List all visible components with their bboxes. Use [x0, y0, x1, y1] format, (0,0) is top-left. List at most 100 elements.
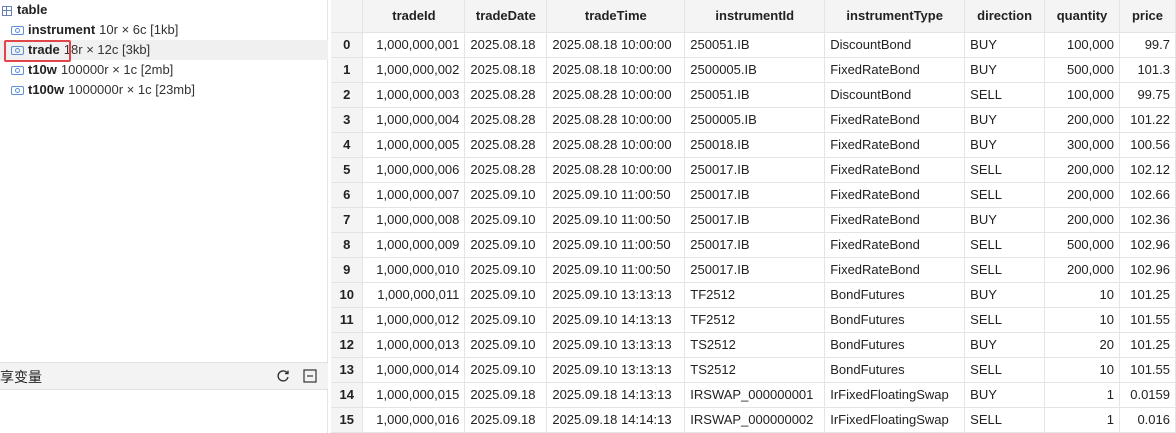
- cell-tradeId: 1,000,000,005: [362, 132, 466, 158]
- cell-quantity: 1: [1044, 407, 1120, 433]
- cell-price: 102.66: [1119, 182, 1176, 208]
- cell-tradeTime: 2025.08.28 10:00:00: [546, 107, 686, 133]
- table-row[interactable]: 9 1,000,000,010 2025.09.10 2025.09.10 11:00…: [331, 257, 1176, 283]
- table-row[interactable]: 0 1,000,000,001 2025.08.18 2025.08.18 10:00…: [331, 32, 1176, 58]
- cell-instrumentType: FixedRateBond: [824, 182, 966, 208]
- cell-direction: SELL: [964, 357, 1046, 383]
- column-header-tradeId[interactable]: tradeId: [362, 0, 466, 33]
- cell-quantity: 300,000: [1044, 132, 1120, 158]
- tree-root-label: table: [17, 2, 48, 17]
- tree-root-table[interactable]: table: [0, 0, 328, 20]
- cell-tradeDate: 2025.08.28: [464, 107, 548, 133]
- cell-tradeDate: 2025.09.10: [464, 307, 548, 333]
- tree-item-instrument[interactable]: instrument 10r × 6c [1kb]: [0, 20, 328, 40]
- table-row[interactable]: 14 1,000,000,015 2025.09.18 2025.09.18 14:1…: [331, 382, 1176, 408]
- refresh-icon[interactable]: [276, 369, 290, 383]
- cell-instrumentType: FixedRateBond: [824, 132, 966, 158]
- table-row[interactable]: 6 1,000,000,007 2025.09.10 2025.09.10 11:00…: [331, 182, 1176, 208]
- data-grid: tradeId tradeDate tradeTime instrumentId ins…: [331, 0, 1176, 433]
- cell-quantity: 10: [1044, 307, 1120, 333]
- cell-price: 101.25: [1119, 282, 1176, 308]
- cell-tradeId: 1,000,000,009: [362, 232, 466, 258]
- table-row[interactable]: 11 1,000,000,012 2025.09.10 2025.09.10 14:1…: [331, 307, 1176, 333]
- cell-instrumentType: FixedRateBond: [824, 107, 966, 133]
- cell-price: 101.22: [1119, 107, 1176, 133]
- cell-tradeId: 1,000,000,014: [362, 357, 466, 383]
- table-row[interactable]: 15 1,000,000,016 2025.09.18 2025.09.18 14:1…: [331, 407, 1176, 433]
- variable-icon: [11, 26, 24, 36]
- cell-instrumentType: BondFutures: [824, 357, 966, 383]
- cell-direction: BUY: [964, 332, 1046, 358]
- tree-item-t100w[interactable]: t100w 1000000r × 1c [23mb]: [0, 80, 328, 100]
- table-row[interactable]: 4 1,000,000,005 2025.08.28 2025.08.28 10:00…: [331, 132, 1176, 158]
- cell-instrumentId: TS2512: [684, 357, 826, 383]
- cell-instrumentId: TS2512: [684, 332, 826, 358]
- tree-item-meta: 100000r × 1c [2mb]: [60, 62, 174, 77]
- row-index: 10: [331, 282, 364, 308]
- column-header-instrumentType[interactable]: instrumentType: [824, 0, 966, 33]
- cell-tradeId: 1,000,000,013: [362, 332, 466, 358]
- cell-tradeTime: 2025.09.10 11:00:50: [546, 182, 686, 208]
- cell-instrumentId: TF2512: [684, 307, 826, 333]
- cell-direction: BUY: [964, 132, 1046, 158]
- column-header-tradeDate[interactable]: tradeDate: [464, 0, 548, 33]
- row-index: 4: [331, 132, 364, 158]
- table-row[interactable]: 8 1,000,000,009 2025.09.10 2025.09.10 11:00…: [331, 232, 1176, 258]
- table-row[interactable]: 12 1,000,000,013 2025.09.10 2025.09.10 13:1…: [331, 332, 1176, 358]
- cell-tradeDate: 2025.08.28: [464, 82, 548, 108]
- variable-icon: [11, 66, 24, 76]
- variables-panel: table instrument 10r × 6c [1kb] trade 18r ×…: [0, 0, 328, 433]
- cell-tradeTime: 2025.09.18 14:13:13: [546, 382, 686, 408]
- cell-quantity: 200,000: [1044, 107, 1120, 133]
- row-index: 7: [331, 207, 364, 233]
- table-row[interactable]: 7 1,000,000,008 2025.09.10 2025.09.10 11:00…: [331, 207, 1176, 233]
- tree-item-t10w[interactable]: t10w 100000r × 1c [2mb]: [0, 60, 328, 80]
- cell-direction: SELL: [964, 157, 1046, 183]
- table-row[interactable]: 13 1,000,000,014 2025.09.10 2025.09.10 13:1…: [331, 357, 1176, 383]
- row-index: 8: [331, 232, 364, 258]
- table-row[interactable]: 2 1,000,000,003 2025.08.28 2025.08.28 10:00…: [331, 82, 1176, 108]
- table-row[interactable]: 3 1,000,000,004 2025.08.28 2025.08.28 10:00…: [331, 107, 1176, 133]
- cell-tradeDate: 2025.09.10: [464, 282, 548, 308]
- table-row[interactable]: 5 1,000,000,006 2025.08.28 2025.08.28 10:00…: [331, 157, 1176, 183]
- cell-tradeId: 1,000,000,015: [362, 382, 466, 408]
- column-header-direction[interactable]: direction: [964, 0, 1046, 33]
- cell-direction: SELL: [964, 257, 1046, 283]
- tree-item-name: t10w: [28, 62, 57, 77]
- cell-instrumentId: IRSWAP_000000002: [684, 407, 826, 433]
- cell-tradeTime: 2025.09.10 11:00:50: [546, 232, 686, 258]
- row-index: 3: [331, 107, 364, 133]
- cell-instrumentType: DiscountBond: [824, 82, 966, 108]
- table-row[interactable]: 10 1,000,000,011 2025.09.10 2025.09.10 13:1…: [331, 282, 1176, 308]
- cell-quantity: 500,000: [1044, 232, 1120, 258]
- cell-instrumentType: IrFixedFloatingSwap: [824, 407, 966, 433]
- cell-tradeId: 1,000,000,008: [362, 207, 466, 233]
- cell-quantity: 200,000: [1044, 157, 1120, 183]
- cell-tradeDate: 2025.09.10: [464, 357, 548, 383]
- cell-quantity: 200,000: [1044, 207, 1120, 233]
- cell-direction: BUY: [964, 57, 1046, 83]
- column-header-instrumentId[interactable]: instrumentId: [684, 0, 826, 33]
- column-header-tradeTime[interactable]: tradeTime: [546, 0, 686, 33]
- cell-quantity: 10: [1044, 282, 1120, 308]
- row-index: 13: [331, 357, 364, 383]
- cell-instrumentId: 2500005.IB: [684, 107, 826, 133]
- cell-price: 102.36: [1119, 207, 1176, 233]
- cell-instrumentType: FixedRateBond: [824, 257, 966, 283]
- cell-quantity: 20: [1044, 332, 1120, 358]
- table-row[interactable]: 1 1,000,000,002 2025.08.18 2025.08.18 10:00…: [331, 57, 1176, 83]
- cell-tradeDate: 2025.08.28: [464, 157, 548, 183]
- tree-item-name: t100w: [28, 82, 65, 97]
- cell-tradeDate: 2025.08.18: [464, 57, 548, 83]
- column-header-quantity[interactable]: quantity: [1044, 0, 1120, 33]
- cell-direction: BUY: [964, 282, 1046, 308]
- cell-tradeId: 1,000,000,001: [362, 32, 466, 58]
- cell-direction: SELL: [964, 82, 1046, 108]
- row-index: 15: [331, 407, 364, 433]
- cell-price: 101.25: [1119, 332, 1176, 358]
- collapse-icon[interactable]: [303, 369, 317, 383]
- column-header-price[interactable]: price: [1119, 0, 1176, 33]
- cell-tradeId: 1,000,000,007: [362, 182, 466, 208]
- cell-instrumentId: 250017.IB: [684, 232, 826, 258]
- cell-price: 0.016: [1119, 407, 1176, 433]
